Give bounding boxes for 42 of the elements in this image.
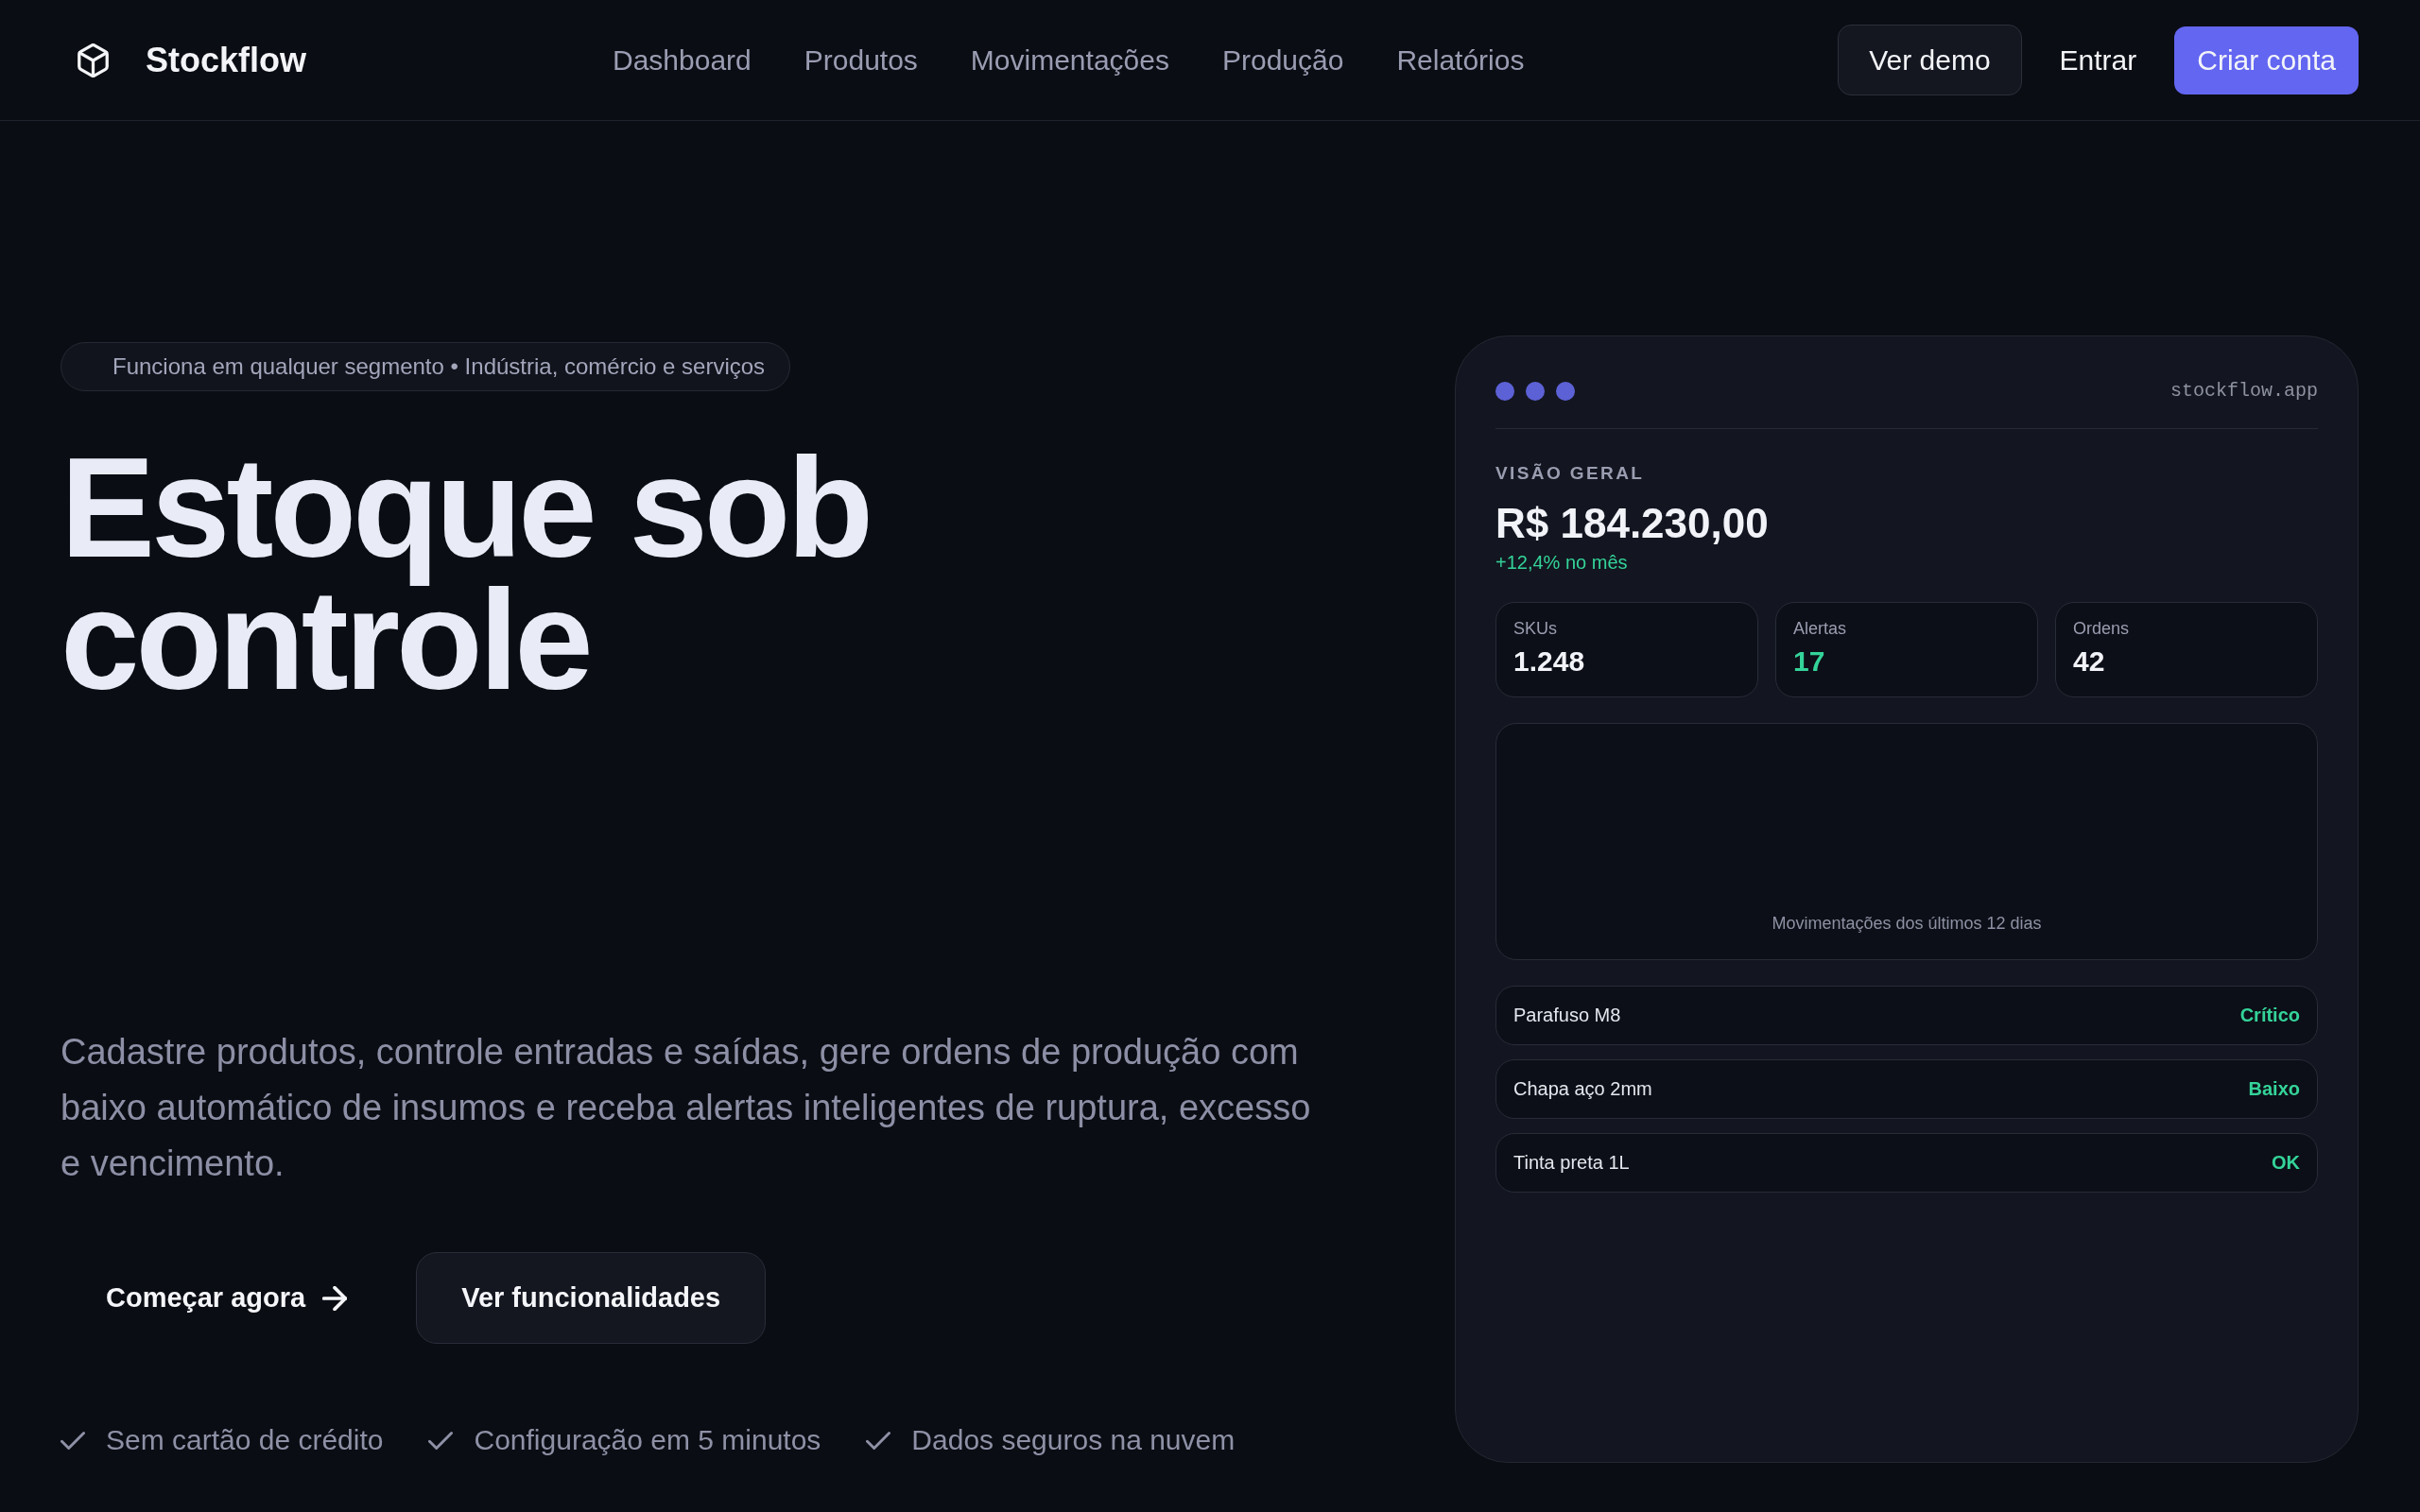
- header-button[interactable]: Entrar: [2038, 26, 2158, 94]
- hero-title: Estoque sob controle: [60, 441, 872, 706]
- nav-link[interactable]: Relatórios: [1396, 43, 1525, 77]
- header-button[interactable]: Criar conta: [2174, 26, 2359, 94]
- highlight-text: Dados seguros na nuvem: [911, 1424, 1236, 1456]
- change-text: +12,4% no mês: [1495, 551, 1629, 575]
- nav-link[interactable]: Dashboard: [613, 43, 752, 77]
- item-name: Parafuso M8: [1513, 1005, 1621, 1026]
- window-dot-icon: [1495, 381, 1514, 401]
- check-icon: [428, 1431, 454, 1450]
- item-status: Crítico: [2239, 1005, 2300, 1026]
- window-dot-icon: [1556, 381, 1575, 401]
- check-icon: [866, 1431, 891, 1450]
- highlight-text: Configuração em 5 minutos: [474, 1424, 821, 1456]
- stat-value: 1.248: [1513, 645, 1586, 678]
- total-value: R$ 184.230,00: [1495, 499, 1770, 548]
- item-name: Chapa aço 2mm: [1513, 1078, 1652, 1100]
- section-label: VISÃO GERAL: [1495, 462, 1646, 485]
- segment-badge: Funciona em qualquer segmento • Indústria, comércio e serviços: [60, 342, 791, 391]
- stat-label: Ordens: [2073, 618, 2131, 639]
- window-dot-icon: [1526, 381, 1545, 401]
- stat-value: 42: [2073, 645, 2106, 678]
- address-text: stockflow.app: [2169, 380, 2318, 402]
- item-name: Tinta preta 1L: [1513, 1152, 1630, 1174]
- check-icon: [60, 1431, 85, 1450]
- cta-button[interactable]: Ver funcionalidades: [416, 1252, 767, 1344]
- chart-caption: Movimentações dos últimos 12 dias: [1772, 913, 2042, 934]
- arrow-right-icon: [322, 1285, 348, 1311]
- brand-name: Stockflow: [146, 40, 306, 80]
- header-button[interactable]: Ver demo: [1838, 25, 2022, 95]
- item-status: Baixo: [2248, 1078, 2300, 1100]
- highlight-text: Sem cartão de crédito: [106, 1424, 384, 1456]
- item-status: OK: [2272, 1152, 2300, 1174]
- nav-link[interactable]: Produção: [1221, 43, 1344, 77]
- hero-description: Cadastre produtos, controle entradas e saídas, gere ordens de produção com baixo automático de insumos e receba alertas inteligentes de ruptura, excesso e vencimento.: [60, 1031, 1312, 1185]
- stat-label: SKUs: [1513, 618, 1558, 639]
- stat-label: Alertas: [1793, 618, 1848, 639]
- nav-link[interactable]: Movimentações: [970, 43, 1169, 77]
- stat-value: 17: [1793, 645, 1826, 678]
- nav-link[interactable]: Produtos: [804, 43, 918, 77]
- cta-button[interactable]: Começar agora: [60, 1252, 393, 1344]
- cube-icon: [78, 43, 109, 77]
